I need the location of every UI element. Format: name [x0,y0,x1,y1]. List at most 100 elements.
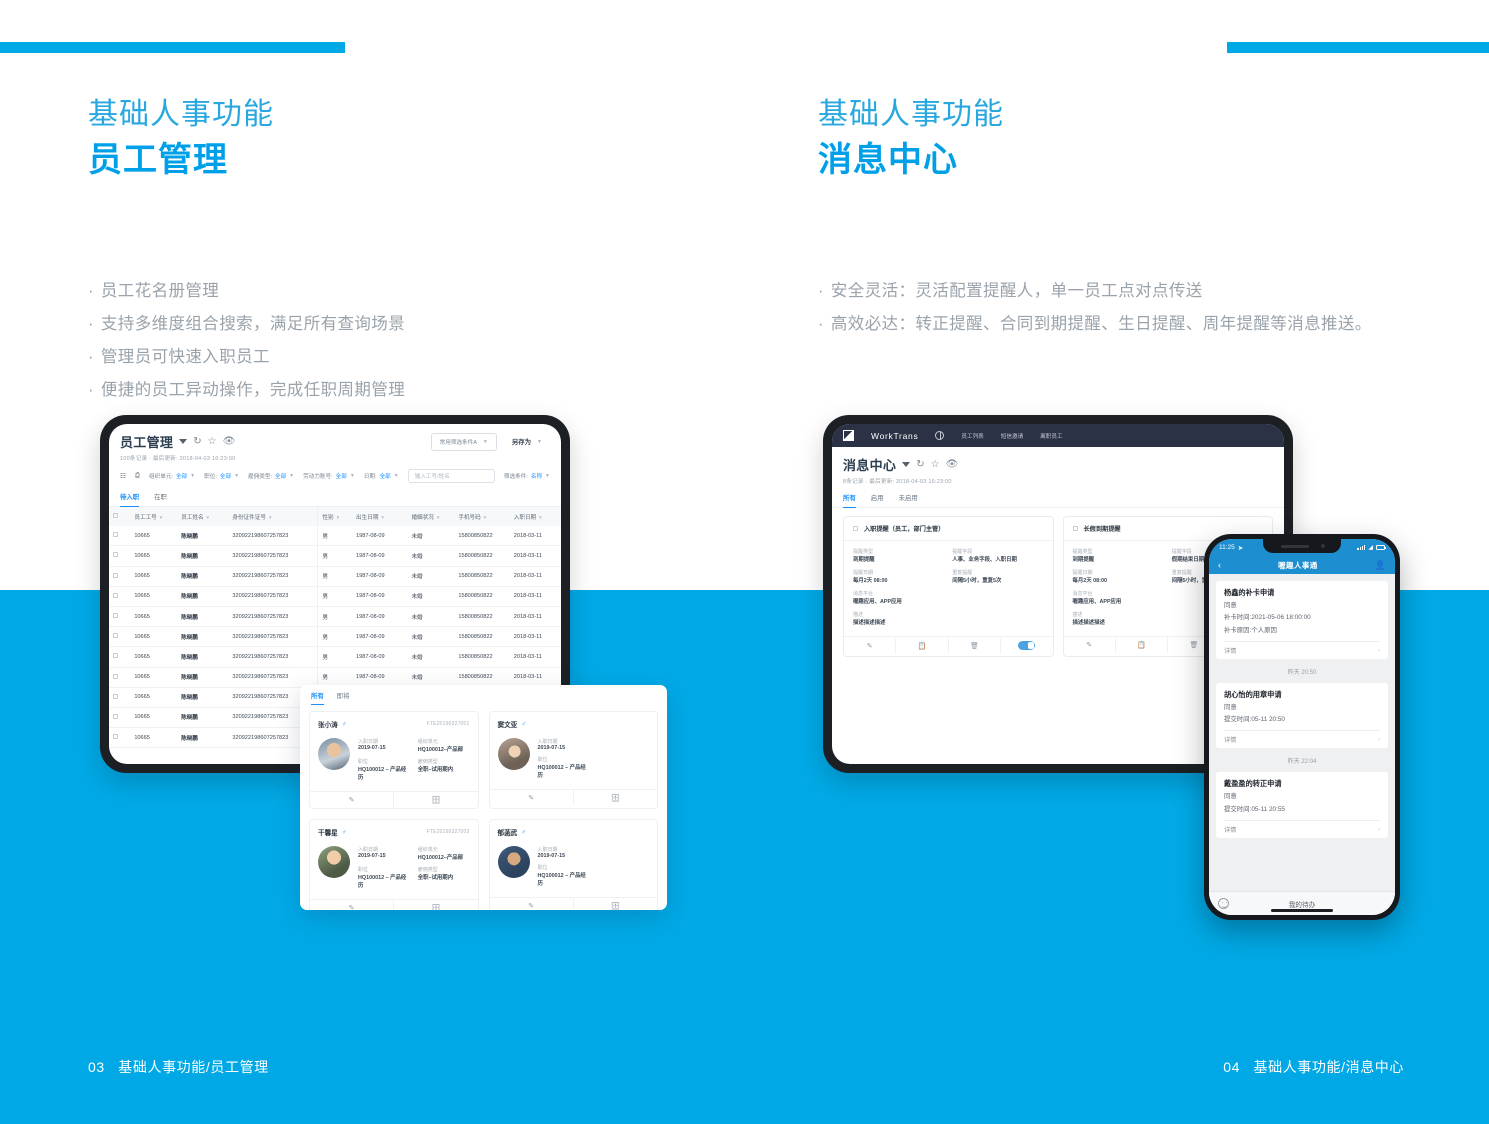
table-header-row: 员工工号 ▼ 员工姓名 ▼ 身份证件证号 ▼ 性别 ▼ 出生日期 ▼ 婚姻状况 ▼ 手机号码… [109,507,561,527]
id-card-icon[interactable]: 🗄 [394,900,477,910]
nav-sms-invite[interactable]: 短信邀请 [1001,432,1023,440]
footer-left: 03 基础人事功能/员工管理 [88,1057,269,1077]
search-input[interactable]: 输入工号/姓名 [407,469,495,483]
edit-icon[interactable]: ✎ [490,790,574,806]
table-cell: 2018-03-11 [509,566,561,587]
id-card-icon[interactable]: 🗄 [574,898,657,910]
employee-card[interactable]: 张小涛 ♂ FTE20190327001 入职日期 2019-07-15 组织单元 HQ10… [309,711,479,809]
row-checkbox[interactable] [113,572,118,578]
id-card-icon[interactable]: 🗄 [574,790,657,806]
star-icon[interactable]: ☆ [931,459,940,470]
column-header[interactable]: 员工工号 [134,515,156,521]
star-icon[interactable]: ☆ [208,436,217,447]
export-icon[interactable]: ⎙ [135,472,140,480]
person-icon[interactable]: 👤 [1375,560,1386,571]
table-row[interactable]: 10665陈晓鹏320922198607257823男1987-08-09未婚1… [109,566,561,587]
delete-icon[interactable]: 🗑 [949,638,1002,655]
tab-pending-onboard[interactable]: 待入职 [120,488,140,507]
edit-icon[interactable]: ✎ [310,900,395,910]
enable-toggle[interactable] [1001,637,1052,656]
table-row[interactable]: 10665陈晓鹏320922198607257823男1987-08-09未婚1… [109,626,561,648]
table-row[interactable]: 10665陈晓鹏320922198607257823男1987-08-09未婚1… [109,545,561,567]
field-label: 提醒类型 [1072,549,1093,555]
table-cell: 陈晓鹏 [177,687,229,708]
id-card-icon[interactable]: 🗄 [394,792,477,808]
refresh-icon[interactable]: ↻ [193,436,201,447]
column-header[interactable]: 出生日期 [356,515,378,521]
eye-icon[interactable]: 👁 [223,436,236,447]
filter-employment-type[interactable]: 雇佣类型: 全部 ▼ [248,472,294,480]
row-checkbox[interactable] [853,526,858,531]
row-checkbox[interactable] [1072,526,1078,531]
copy-icon[interactable]: 📋 [1116,637,1169,653]
tab-upcoming[interactable]: 即将 [337,691,350,705]
row-checkbox[interactable] [113,633,118,639]
table-row[interactable]: 10665陈晓鹏320922198607257823男1987-08-09未婚1… [109,646,561,668]
table-cell: 未婚 [407,646,455,668]
filter-labor-account[interactable]: 劳动力账号: 全部 ▼ [303,472,355,480]
detail-link[interactable]: 详情 › [1224,730,1380,748]
employee-card[interactable]: 窦文亚 ♂ 入职日期 2019-07-15 职位 HQ100012 – 产品经历 ✎ 🗄 [488,711,658,809]
filter-condition[interactable]: 筛选条件: 名称 ▼ [504,472,550,480]
field-value: 喔趣应用、APP应用 [853,599,902,605]
home-indicator [1271,909,1333,912]
table-cell: 陈晓鹏 [177,707,229,729]
field-label: 职位 [358,867,369,873]
column-header[interactable]: 手机号码 [458,515,480,521]
row-checkbox[interactable] [113,613,118,619]
row-checkbox[interactable] [113,592,118,598]
row-checkbox[interactable] [113,673,118,679]
notification-card[interactable]: 胡心怡的用章申请 同意 提交时间:05-11 20:50 详情 › [1216,682,1388,749]
column-header[interactable]: 身份证件证号 [232,515,266,521]
columns-settings-icon[interactable]: ☷ [120,472,126,480]
row-checkbox[interactable] [113,713,118,719]
copy-icon[interactable]: 📋 [896,638,949,655]
edit-icon[interactable]: ✎ [1064,637,1116,653]
edit-icon[interactable]: ✎ [310,792,395,808]
detail-link[interactable]: 详情 › [1224,640,1380,659]
table-row[interactable]: 10665陈晓鹏320922198607257823男1987-08-09未婚1… [109,526,561,547]
table-cell: 15800850822 [454,646,510,668]
edit-icon[interactable]: ✎ [844,638,897,655]
chevron-down-icon[interactable] [902,462,911,467]
column-header[interactable]: 婚姻状况 [411,515,433,521]
nav-employee-list[interactable]: 员工列表 [961,432,983,440]
saved-filter-select[interactable]: 常用筛选条件A ▼ [430,432,497,451]
filter-label: 筛选条件: [503,474,528,480]
my-todo-button[interactable]: 我的待办 [1209,899,1395,909]
field-label: 组织单元 [417,847,438,853]
tab-all[interactable]: 所有 [843,489,856,508]
field-value: 每月2天 08:00 [853,578,888,584]
tab-all[interactable]: 所有 [311,691,324,705]
employee-card[interactable]: 干馨星 ♂ FTE20190327003 入职日期 2019-07-15 组织单元 HQ10… [309,819,479,910]
tab-enabled[interactable]: 启用 [871,489,884,507]
column-header[interactable]: 性别 [322,515,333,521]
employee-card[interactable]: 郁菡武 ♂ 入职日期 2019-07-15 职位 HQ100012 – 产品经历 ✎ 🗄 [488,819,658,910]
table-row[interactable]: 10665陈晓鹏320922198607257823男1987-08-09未婚1… [109,586,561,607]
detail-link[interactable]: 详情 › [1224,819,1380,838]
chevron-down-icon[interactable] [179,439,188,444]
row-checkbox[interactable] [113,532,118,538]
nav-resigned-employee[interactable]: 离职员工 [1040,432,1062,440]
refresh-icon[interactable]: ↻ [916,459,924,470]
filter-org-unit[interactable]: 组织单元: 全部 ▼ [149,472,195,480]
globe-icon[interactable] [935,431,945,440]
reminder-card[interactable]: 入职提醒（员工，部门主管） 提醒类型 到期提醒 提醒字段 人事、业务字段、入职日期 提醒日… [843,516,1054,657]
filter-position[interactable]: 职位: 全部 ▼ [204,472,239,480]
notification-card[interactable]: 戴盈盈的转正申请 同意 提交时间:05-11 20:55 详情 › [1216,772,1388,838]
row-checkbox[interactable] [113,734,118,740]
notification-card[interactable]: 杨鑫的补卡申请 同意 补卡时间:2021-05-06 18:00:00 补卡原因:个人… [1216,581,1388,659]
edit-icon[interactable]: ✎ [490,898,574,910]
select-all-checkbox[interactable] [113,513,118,519]
row-checkbox[interactable] [113,693,118,699]
tab-employed[interactable]: 在职 [154,488,167,506]
tab-disabled[interactable]: 未启用 [899,489,918,507]
row-checkbox[interactable] [113,653,118,659]
column-header[interactable]: 员工姓名 [181,515,203,521]
eye-icon[interactable]: 👁 [946,459,959,470]
column-header[interactable]: 入职日期 [514,515,536,521]
row-checkbox[interactable] [113,552,118,558]
filter-date[interactable]: 日期: 全部 ▼ [364,472,399,480]
save-as-button[interactable]: 另存为 ▼ [503,433,550,450]
table-row[interactable]: 10665陈晓鹏320922198607257823男1987-08-09未婚1… [109,606,561,628]
